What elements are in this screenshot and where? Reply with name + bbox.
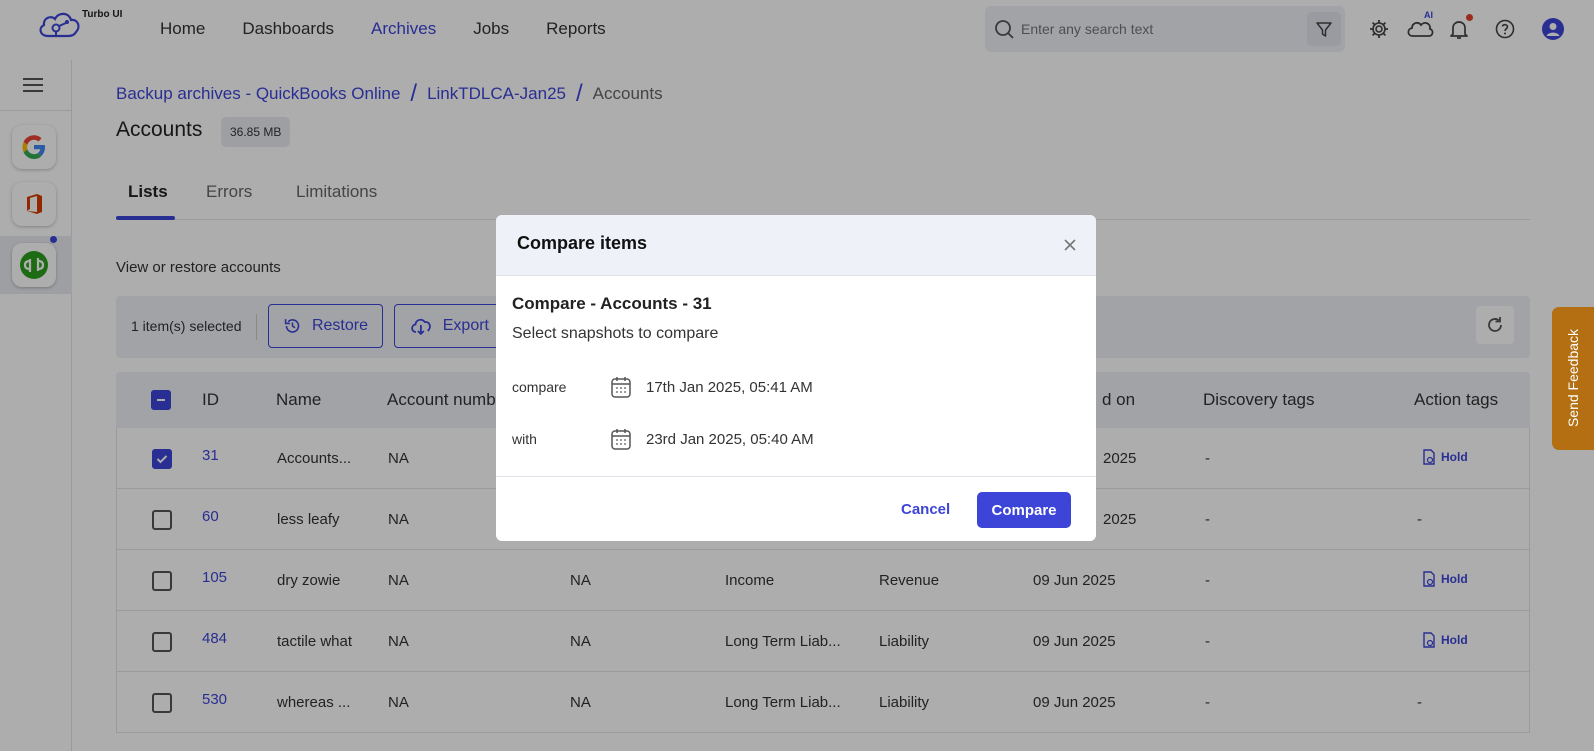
compare-button[interactable]: Compare (977, 492, 1071, 528)
dialog-subtitle: Compare - Accounts - 31 (512, 294, 712, 313)
with-snapshot-picker[interactable]: 23rd Jan 2025, 05:40 AM (610, 427, 814, 451)
dialog-header: Compare items (496, 215, 1096, 276)
dialog-title: Compare items (517, 233, 648, 253)
calendar-icon (611, 377, 631, 398)
send-feedback-label: Send Feedback (1565, 328, 1581, 428)
with-snapshot-value: 23rd Jan 2025, 05:40 AM (646, 430, 814, 448)
calendar-icon (611, 429, 631, 450)
close-icon[interactable] (1062, 237, 1078, 253)
dialog-footer: Cancel Compare (496, 476, 1096, 541)
compare-snapshot-picker[interactable]: 17th Jan 2025, 05:41 AM (610, 375, 813, 399)
with-label: with (512, 431, 537, 447)
compare-snapshot-value: 17th Jan 2025, 05:41 AM (646, 378, 813, 396)
dialog-description: Select snapshots to compare (512, 325, 719, 342)
compare-label: compare (512, 379, 567, 395)
compare-items-dialog: Compare items Compare - Accounts - 31 Se… (496, 215, 1096, 541)
cancel-button[interactable]: Cancel (901, 501, 950, 518)
send-feedback-tab[interactable]: Send Feedback (1552, 307, 1594, 450)
